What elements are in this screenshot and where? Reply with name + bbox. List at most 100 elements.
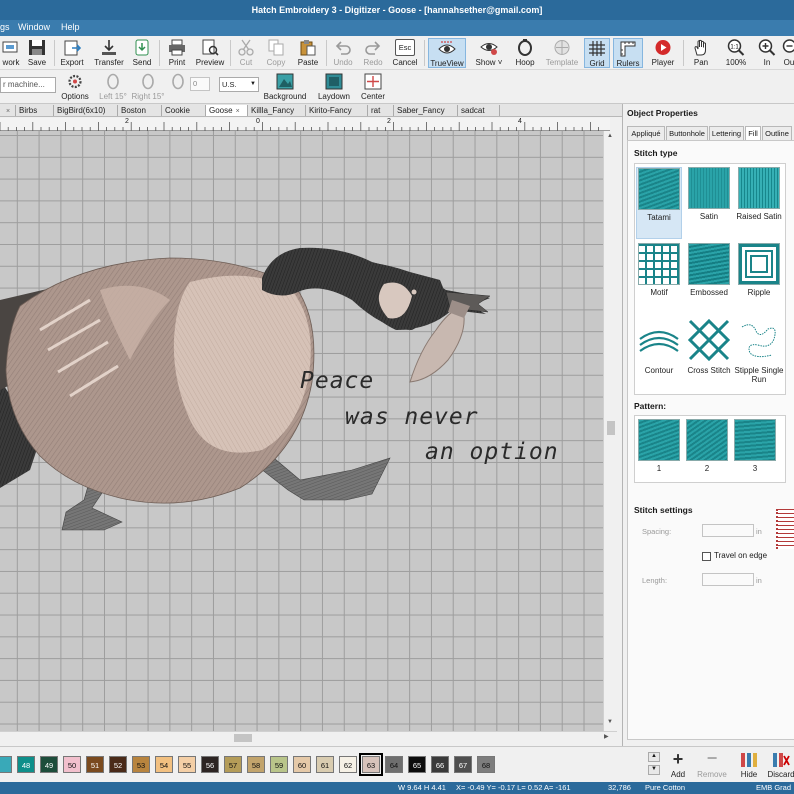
units-select[interactable]: U.S. ▼ [219,77,259,92]
stitch-motif[interactable]: Motif [636,243,682,315]
rotate-left-15-button[interactable]: Left 15° [98,72,128,102]
tab-buttonhole[interactable]: Buttonhole [666,126,708,140]
thread-color-chip[interactable]: 57 [224,756,242,773]
zoom-100-button[interactable]: 1:1 100% [721,38,751,68]
thread-color-chip[interactable]: 52 [109,756,127,773]
horizontal-scroll-thumb[interactable] [234,734,252,742]
doc-tab[interactable]: BigBird(6x10) [54,105,118,116]
doc-tab[interactable]: Cookie [162,105,206,116]
stitch-satin[interactable]: Satin [686,167,732,239]
doc-tab[interactable]: Kirito-Fancy [306,105,368,116]
travel-on-edge-checkbox[interactable] [702,552,711,561]
save-button[interactable]: Save [25,38,49,68]
doc-tab[interactable]: Birbs [16,105,54,116]
tab-applique[interactable]: Appliqué [627,126,665,140]
rotate-angle-icon-button[interactable] [168,72,188,102]
pattern-option[interactable]: 3 [732,419,778,479]
menu-item-help[interactable]: Help [61,22,80,32]
scroll-up-arrow[interactable]: ▲ [607,133,613,139]
thread-color-chip[interactable]: 66 [431,756,449,773]
thread-color-chip[interactable]: 67 [454,756,472,773]
pattern-option[interactable]: 1 [636,419,682,479]
player-button[interactable]: Player [648,38,678,68]
trueview-button[interactable]: TrueView [428,38,466,68]
hide-colors-button[interactable]: Hide [734,750,764,780]
print-button[interactable]: Print [164,38,190,68]
vertical-scrollbar[interactable]: ▲ ▼ [603,131,617,731]
zoom-out-button[interactable]: Ou [782,38,794,68]
copy-button[interactable]: Copy [263,38,289,68]
thread-color-chip[interactable]: 61 [316,756,334,773]
doc-tab[interactable]: rat [368,105,394,116]
tab-close-icon[interactable]: × [236,108,240,115]
zoom-in-button[interactable]: In [755,38,779,68]
length-input[interactable] [702,573,754,586]
machine-select[interactable]: r machine... [0,77,56,93]
discard-colors-button[interactable]: Discard [766,750,794,780]
stitch-ripple[interactable]: Ripple [732,243,786,315]
menu-item-window[interactable]: Window [18,22,50,32]
doc-tab[interactable]: Killla_Fancy [248,105,306,116]
tab-fill[interactable]: Fill [745,126,761,140]
transfer-button[interactable]: Transfer [93,38,125,68]
doc-tab[interactable]: sadcat [458,105,500,116]
thread-color-chip[interactable] [0,756,12,773]
rotate-right-15-button[interactable]: Right 15° [131,72,165,102]
thread-color-chip[interactable]: 51 [86,756,104,773]
doc-tab[interactable]: Saber_Fancy [394,105,458,116]
grid-button[interactable]: Grid [584,38,610,68]
rulers-button[interactable]: Rulers [613,38,643,68]
scroll-right-arrow[interactable]: ▶ [604,733,609,740]
thread-color-chip[interactable]: 65 [408,756,426,773]
paste-button[interactable]: Paste [295,38,321,68]
thread-color-chip[interactable]: 49 [40,756,58,773]
background-button[interactable]: Background [262,72,308,102]
preview-button[interactable]: Preview [194,38,226,68]
stitch-raised-satin[interactable]: Raised Satin [732,167,786,239]
doc-tab[interactable]: Boston [118,105,162,116]
thread-color-chip[interactable]: 55 [178,756,196,773]
spacing-input[interactable] [702,524,754,537]
menu-item-tools[interactable]: gs [0,22,10,32]
template-button[interactable]: Template [543,38,581,68]
network-button[interactable]: work [0,38,22,68]
thread-color-chip[interactable]: 68 [477,756,495,773]
vertical-scroll-thumb[interactable] [607,421,615,435]
remove-color-button[interactable]: − Remove [696,749,728,780]
thread-color-chip[interactable]: 62 [339,756,357,773]
thread-color-chip[interactable]: 58 [247,756,265,773]
cancel-button[interactable]: Esc Cancel [390,38,420,68]
tab-outline[interactable]: Outline [762,126,792,140]
stitch-contour[interactable]: Contour [636,319,682,391]
thread-color-chip[interactable]: 56 [201,756,219,773]
tab-lettering[interactable]: Lettering [709,126,744,140]
stitch-cross-stitch[interactable]: Cross Stitch [684,318,734,391]
thread-color-chip[interactable]: 59 [270,756,288,773]
doc-tab-active[interactable]: Goose × [206,105,248,116]
design-canvas[interactable]: Peace was never an option [0,131,603,731]
tab-close-icon[interactable]: × [6,108,10,115]
thread-color-chip[interactable]: 48 [17,756,35,773]
options-button[interactable]: Options [60,72,90,102]
thread-color-chip[interactable]: 63 [359,753,383,776]
send-button[interactable]: Send [130,38,154,68]
stitch-embossed[interactable]: Embossed [686,243,732,315]
horizontal-scrollbar[interactable]: ▶ [0,731,617,744]
hoop-button[interactable]: Hoop [511,38,539,68]
undo-button[interactable]: Undo [330,38,356,68]
stitch-stipple-single-run[interactable]: Stipple Single Run [732,319,786,391]
doc-tab-previous[interactable]: × [0,105,16,116]
export-button[interactable]: Export [58,38,86,68]
pan-button[interactable]: Pan [688,38,714,68]
redo-button[interactable]: Redo [360,38,386,68]
cut-button[interactable]: Cut [235,38,257,68]
thread-color-chip[interactable]: 54 [155,756,173,773]
thread-color-chip[interactable]: 50 [63,756,81,773]
show-menu-button[interactable]: Show ˅ [472,38,506,68]
thread-color-chip[interactable]: 60 [293,756,311,773]
stitch-tatami[interactable]: Tatami [636,167,682,239]
add-color-button[interactable]: + Add [664,750,692,780]
palette-scroll-down[interactable]: ▼ [648,765,660,775]
pattern-option[interactable]: 2 [684,419,730,479]
laydown-button[interactable]: Laydown [315,72,353,102]
